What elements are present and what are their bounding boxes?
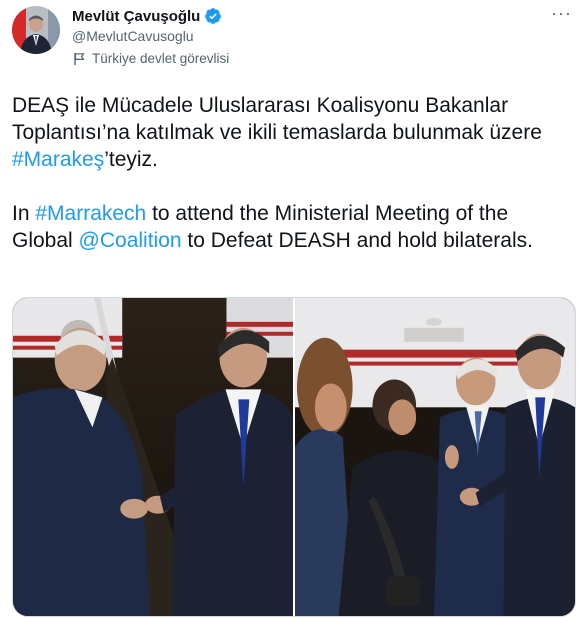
- tweet-text-turkish: DEAŞ ile Mücadele Uluslararası Koalisyon…: [12, 92, 572, 173]
- hashtag-marrakech-link[interactable]: #Marrakech: [35, 202, 146, 225]
- account-label-text: Türkiye devlet görevlisi: [92, 51, 230, 66]
- tweet-text: DEAŞ ile Mücadele Uluslararası Koalisyon…: [12, 92, 572, 254]
- more-options-icon[interactable]: ···: [551, 4, 572, 22]
- hashtag-marakes-link[interactable]: #Marakeş: [12, 148, 104, 171]
- author-handle[interactable]: @MevlutCavusoglu: [72, 28, 194, 44]
- photo-2[interactable]: [295, 298, 575, 616]
- photo-1[interactable]: [13, 298, 293, 616]
- author-name-row: Mevlüt Çavuşoğlu: [72, 6, 222, 26]
- verified-badge-icon: [204, 7, 222, 25]
- tweet-text-english: In #Marrakech to attend the Ministerial …: [12, 200, 572, 254]
- account-label: Türkiye devlet görevlisi: [72, 51, 229, 66]
- tweet-text-tr-part2: ’teyiz.: [104, 148, 158, 171]
- avatar[interactable]: [12, 6, 60, 54]
- tweet: Mevlüt Çavuşoğlu ··· @MevlutCavusoglu Tü…: [0, 0, 584, 618]
- tweet-text-en-part3: to Defeat DEASH and hold bilaterals.: [181, 229, 533, 252]
- author-name[interactable]: Mevlüt Çavuşoğlu: [72, 8, 200, 25]
- coalition-mention-link[interactable]: @Coalition: [79, 229, 182, 252]
- tweet-text-en-part1: In: [12, 202, 36, 225]
- media-container: [12, 297, 576, 617]
- tweet-text-tr-part1: DEAŞ ile Mücadele Uluslararası Koalisyon…: [12, 94, 542, 144]
- flag-icon: [72, 52, 86, 66]
